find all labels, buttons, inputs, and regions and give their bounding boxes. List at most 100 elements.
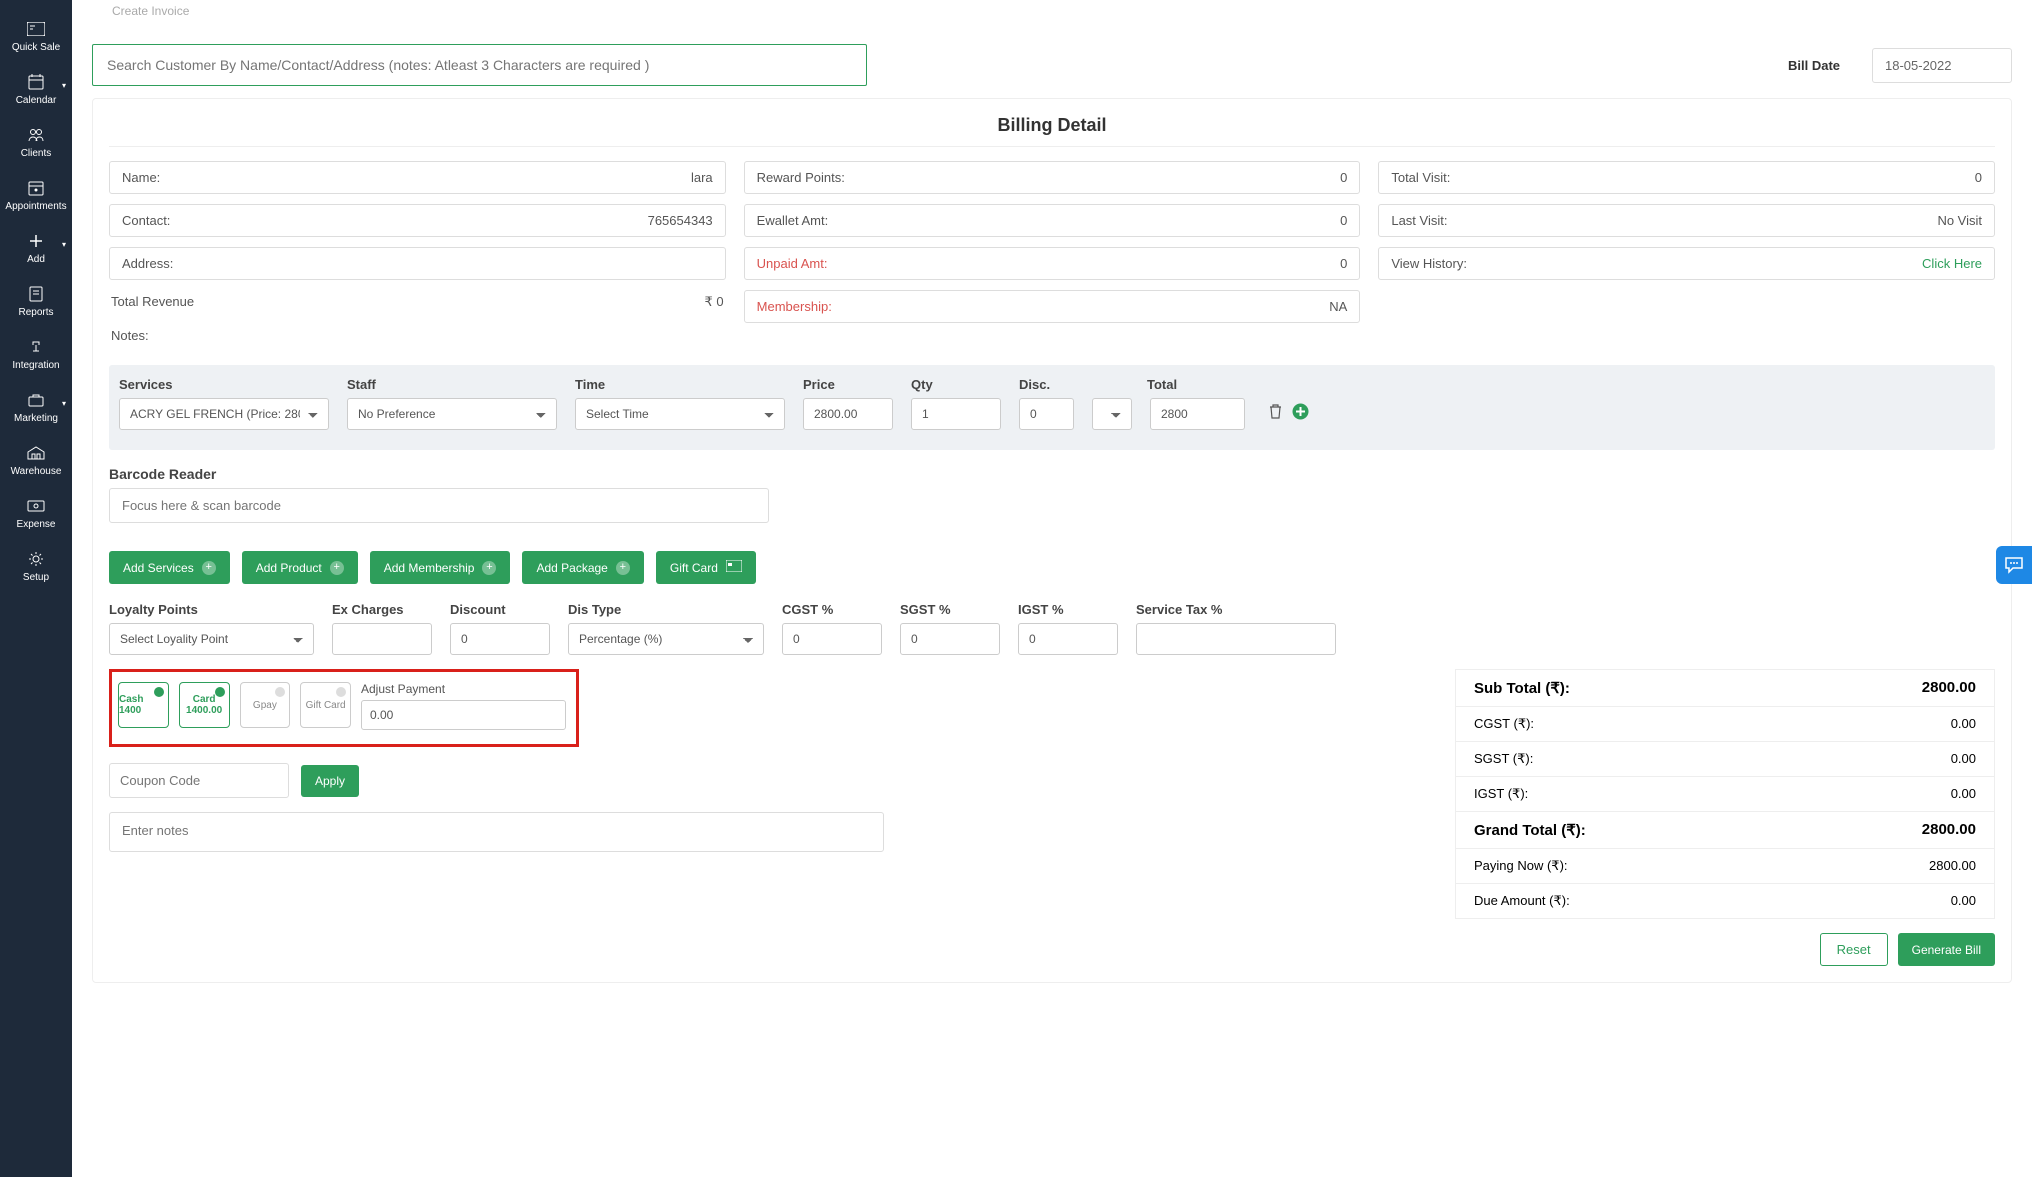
nav-calendar[interactable]: Calendar▾ — [0, 63, 72, 116]
check-icon — [154, 687, 164, 697]
hdr-time: Time — [575, 377, 785, 392]
qty-input[interactable] — [911, 398, 1001, 430]
apply-coupon-button[interactable]: Apply — [301, 765, 359, 797]
disc-type-select[interactable]: ₹ — [1092, 398, 1132, 430]
nav-label: Appointments — [5, 201, 66, 212]
radio-icon — [336, 687, 346, 697]
chat-icon — [2004, 556, 2024, 574]
nav-setup[interactable]: Setup — [0, 540, 72, 593]
bill-date-input[interactable] — [1872, 48, 2012, 83]
marketing-icon — [27, 391, 45, 409]
radio-icon — [275, 687, 285, 697]
plus-circle-icon: + — [202, 561, 216, 575]
igst-label: IGST % — [1018, 602, 1118, 617]
address-row: Address: — [109, 247, 726, 280]
nav-reports[interactable]: Reports — [0, 275, 72, 328]
dtype-select[interactable]: Percentage (%) — [568, 623, 764, 655]
service-select[interactable]: ACRY GEL FRENCH (Price: 2800.00) — [119, 398, 329, 430]
hdr-total: Total — [1147, 377, 1242, 392]
totals-table: Sub Total (₹):2800.00 CGST (₹):0.00 SGST… — [1455, 669, 1995, 919]
loyalty-label: Loyalty Points — [109, 602, 314, 617]
nav-integration[interactable]: Integration — [0, 328, 72, 381]
adjust-label: Adjust Payment — [361, 682, 566, 696]
nav-label: Calendar — [16, 95, 57, 106]
reports-icon — [27, 285, 45, 303]
igst-input[interactable] — [1018, 623, 1118, 655]
clients-icon — [27, 126, 45, 144]
cgst-label: CGST % — [782, 602, 882, 617]
gift-card-button[interactable]: Gift Card — [656, 551, 756, 584]
plus-circle-icon: + — [330, 561, 344, 575]
check-icon — [215, 687, 225, 697]
cgst-input[interactable] — [782, 623, 882, 655]
barcode-input[interactable] — [109, 488, 769, 523]
pay-giftcard-button[interactable]: Gift Card — [300, 682, 351, 728]
expense-icon — [27, 497, 45, 515]
payment-highlight: Cash 1400 Card1400.00 Gpay Gift Card Adj… — [109, 669, 579, 747]
customer-search-input[interactable] — [92, 44, 867, 86]
nav-label: Quick Sale — [12, 42, 60, 53]
nav-marketing[interactable]: Marketing▾ — [0, 381, 72, 434]
nav-add[interactable]: Add▾ — [0, 222, 72, 275]
nav-label: Reports — [18, 307, 53, 318]
reset-button[interactable]: Reset — [1820, 933, 1888, 966]
generate-bill-button[interactable]: Generate Bill — [1898, 933, 1995, 966]
nav-clients[interactable]: Clients — [0, 116, 72, 169]
add-membership-button[interactable]: Add Membership+ — [370, 551, 511, 584]
last-visit-row: Last Visit:No Visit — [1378, 204, 1995, 237]
pay-cash-button[interactable]: Cash 1400 — [118, 682, 169, 728]
adjust-input[interactable] — [361, 700, 566, 730]
unpaid-row: Unpaid Amt:0 — [744, 247, 1361, 280]
contact-row: Contact:765654343 — [109, 204, 726, 237]
excharges-input[interactable] — [332, 623, 432, 655]
delete-row-icon[interactable] — [1269, 404, 1282, 424]
total-visit-row: Total Visit:0 — [1378, 161, 1995, 194]
hdr-services: Services — [119, 377, 329, 392]
calendar-icon — [27, 73, 45, 91]
plus-icon — [27, 232, 45, 250]
add-row-icon[interactable] — [1292, 403, 1309, 425]
sgst-input[interactable] — [900, 623, 1000, 655]
total-input[interactable] — [1150, 398, 1245, 430]
nav-label: Integration — [12, 360, 59, 371]
add-package-button[interactable]: Add Package+ — [522, 551, 643, 584]
add-product-button[interactable]: Add Product+ — [242, 551, 358, 584]
pay-gpay-button[interactable]: Gpay — [240, 682, 291, 728]
time-select[interactable]: Select Time — [575, 398, 785, 430]
nav-appointments[interactable]: Appointments — [0, 169, 72, 222]
quick-sale-icon — [27, 20, 45, 38]
dtype-label: Dis Type — [568, 602, 764, 617]
nav-warehouse[interactable]: Warehouse — [0, 434, 72, 487]
svc-input[interactable] — [1136, 623, 1336, 655]
notes-input[interactable] — [109, 812, 884, 852]
price-input[interactable] — [803, 398, 893, 430]
nav-label: Warehouse — [11, 466, 62, 477]
sgst-label: SGST % — [900, 602, 1000, 617]
pay-card-button[interactable]: Card1400.00 — [179, 682, 230, 728]
ewallet-row: Ewallet Amt:0 — [744, 204, 1361, 237]
membership-row: Membership:NA — [744, 290, 1361, 323]
revenue-row: Total Revenue₹ 0 — [109, 290, 726, 314]
notes-row: Notes: — [109, 324, 726, 347]
integration-icon — [27, 338, 45, 356]
chat-fab-button[interactable] — [1996, 546, 2032, 584]
staff-select[interactable]: No Preference — [347, 398, 557, 430]
click-here-link: Click Here — [1922, 256, 1982, 271]
coupon-input[interactable] — [109, 763, 289, 798]
hdr-price: Price — [803, 377, 893, 392]
discount-input[interactable] — [450, 623, 550, 655]
nav-expense[interactable]: Expense — [0, 487, 72, 540]
barcode-label: Barcode Reader — [109, 466, 1995, 482]
nav-label: Add — [27, 254, 45, 265]
view-history-row[interactable]: View History:Click Here — [1378, 247, 1995, 280]
gift-card-icon — [726, 560, 742, 575]
caret-icon: ▾ — [62, 399, 66, 408]
nav-quick-sale[interactable]: Quick Sale — [0, 10, 72, 63]
reward-row: Reward Points:0 — [744, 161, 1361, 194]
loyalty-select[interactable]: Select Loyality Point — [109, 623, 314, 655]
add-services-button[interactable]: Add Services+ — [109, 551, 230, 584]
plus-circle-icon: + — [482, 561, 496, 575]
disc-input[interactable] — [1019, 398, 1074, 430]
nav-label: Expense — [17, 519, 56, 530]
plus-circle-icon: + — [616, 561, 630, 575]
